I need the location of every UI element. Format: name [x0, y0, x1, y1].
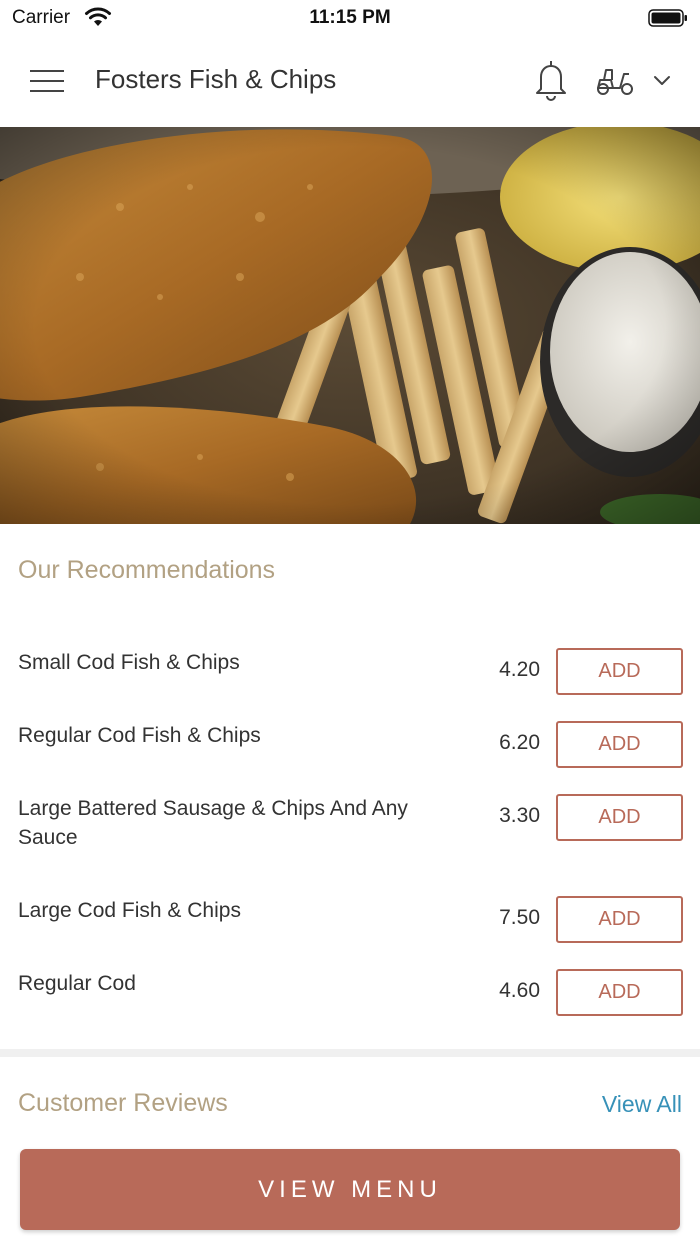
battery-icon	[648, 9, 687, 27]
hero-image	[0, 127, 700, 524]
menu-icon[interactable]	[30, 68, 64, 94]
item-name: Regular Cod Fish & Chips	[18, 724, 261, 747]
item-price: 3.30	[499, 804, 540, 827]
section-divider	[0, 1049, 700, 1057]
view-menu-button[interactable]: VIEW MENU	[20, 1149, 680, 1230]
item-price: 4.20	[499, 658, 540, 681]
item-name: Large Cod Fish & Chips	[18, 899, 241, 922]
reviews-title: Customer Reviews	[18, 1089, 228, 1117]
item-name: Large Battered Sausage & Chips And Any S…	[18, 797, 408, 849]
item-price: 4.60	[499, 979, 540, 1002]
add-button[interactable]: ADD	[556, 969, 683, 1016]
bell-icon[interactable]	[532, 59, 570, 101]
status-bar: Carrier 11:15 PM	[0, 0, 700, 34]
item-name: Small Cod Fish & Chips	[18, 651, 240, 674]
add-button[interactable]: ADD	[556, 648, 683, 695]
view-all-link[interactable]: View All	[602, 1091, 682, 1118]
page-title: Fosters Fish & Chips	[95, 64, 337, 94]
add-button[interactable]: ADD	[556, 794, 683, 841]
item-price: 7.50	[499, 906, 540, 929]
app-header: Fosters Fish & Chips	[0, 34, 700, 127]
fish-and-chips-photo	[0, 127, 700, 524]
clock: 11:15 PM	[309, 7, 391, 28]
chevron-down-icon[interactable]	[652, 72, 672, 88]
item-price: 6.20	[499, 731, 540, 754]
recommendations-title: Our Recommendations	[18, 556, 276, 584]
add-button[interactable]: ADD	[556, 896, 683, 943]
add-button[interactable]: ADD	[556, 721, 683, 768]
item-name: Regular Cod	[18, 972, 136, 995]
scooter-icon[interactable]	[594, 64, 636, 98]
